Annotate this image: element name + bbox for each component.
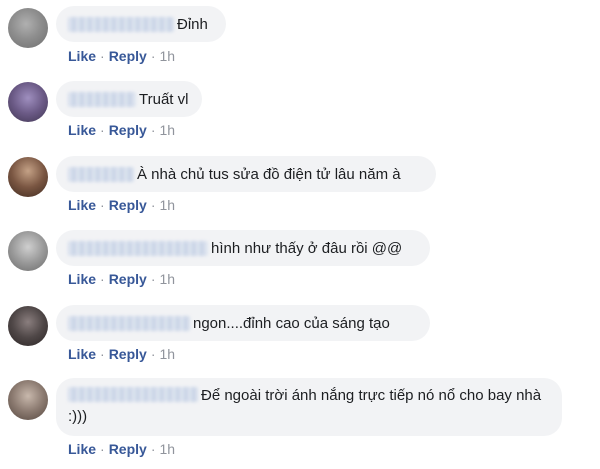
comment-bubble: Để ngoài trời ánh nắng trực tiếp nó nổ c… bbox=[56, 378, 562, 436]
reply-button[interactable]: Reply bbox=[109, 441, 147, 457]
comment-text: ngon....đỉnh cao của sáng tạo bbox=[193, 314, 390, 332]
comment-actions: Like · Reply · 1h bbox=[68, 197, 175, 213]
comment-actions: Like · Reply · 1h bbox=[68, 48, 175, 64]
commenter-name-blurred[interactable] bbox=[68, 240, 208, 256]
separator: · bbox=[150, 48, 156, 64]
separator: · bbox=[150, 122, 156, 138]
separator: · bbox=[150, 271, 156, 287]
separator: · bbox=[100, 122, 105, 138]
comment-text: Đỉnh bbox=[177, 15, 208, 33]
comment-timestamp[interactable]: 1h bbox=[159, 122, 175, 138]
separator: · bbox=[150, 441, 156, 457]
commenter-name-blurred[interactable] bbox=[68, 16, 174, 32]
commenter-name-blurred[interactable] bbox=[68, 91, 136, 107]
comment-bubble: Truất vl bbox=[56, 81, 202, 117]
comment-text: Truất vl bbox=[139, 90, 189, 108]
comment-timestamp[interactable]: 1h bbox=[159, 271, 175, 287]
like-button[interactable]: Like bbox=[68, 197, 96, 213]
avatar[interactable] bbox=[8, 231, 48, 271]
comment-timestamp[interactable]: 1h bbox=[159, 346, 175, 362]
comment-bubble: À nhà chủ tus sửa đồ điện tử lâu năm à bbox=[56, 156, 436, 192]
separator: · bbox=[150, 197, 156, 213]
separator: · bbox=[100, 271, 105, 287]
comment-text: hình như thấy ở đâu rồi @@ bbox=[211, 239, 403, 257]
avatar[interactable] bbox=[8, 306, 48, 346]
like-button[interactable]: Like bbox=[68, 441, 96, 457]
avatar[interactable] bbox=[8, 82, 48, 122]
comment-timestamp[interactable]: 1h bbox=[159, 197, 175, 213]
comment-actions: Like · Reply · 1h bbox=[68, 346, 175, 362]
commenter-name-blurred[interactable] bbox=[68, 387, 198, 402]
commenter-name-blurred[interactable] bbox=[68, 315, 190, 331]
like-button[interactable]: Like bbox=[68, 346, 96, 362]
reply-button[interactable]: Reply bbox=[109, 271, 147, 287]
reply-button[interactable]: Reply bbox=[109, 122, 147, 138]
comment-body: Để ngoài trời ánh nắng trực tiếp nó nổ c… bbox=[68, 385, 550, 427]
comment-actions: Like · Reply · 1h bbox=[68, 441, 175, 457]
avatar[interactable] bbox=[8, 380, 48, 420]
comment-timestamp[interactable]: 1h bbox=[159, 441, 175, 457]
reply-button[interactable]: Reply bbox=[109, 197, 147, 213]
avatar[interactable] bbox=[8, 8, 48, 48]
separator: · bbox=[100, 197, 105, 213]
commenter-name-blurred[interactable] bbox=[68, 166, 134, 182]
comment-timestamp[interactable]: 1h bbox=[159, 48, 175, 64]
separator: · bbox=[100, 48, 105, 64]
comment-bubble: ngon....đỉnh cao của sáng tạo bbox=[56, 305, 430, 341]
comment-text: À nhà chủ tus sửa đồ điện tử lâu năm à bbox=[137, 165, 401, 183]
comment-bubble: Đỉnh bbox=[56, 6, 226, 42]
reply-button[interactable]: Reply bbox=[109, 346, 147, 362]
separator: · bbox=[150, 346, 156, 362]
like-button[interactable]: Like bbox=[68, 271, 96, 287]
like-button[interactable]: Like bbox=[68, 122, 96, 138]
reply-button[interactable]: Reply bbox=[109, 48, 147, 64]
separator: · bbox=[100, 441, 105, 457]
comment-actions: Like · Reply · 1h bbox=[68, 122, 175, 138]
separator: · bbox=[100, 346, 105, 362]
comment-bubble: hình như thấy ở đâu rồi @@ bbox=[56, 230, 430, 266]
avatar[interactable] bbox=[8, 157, 48, 197]
comment-actions: Like · Reply · 1h bbox=[68, 271, 175, 287]
like-button[interactable]: Like bbox=[68, 48, 96, 64]
